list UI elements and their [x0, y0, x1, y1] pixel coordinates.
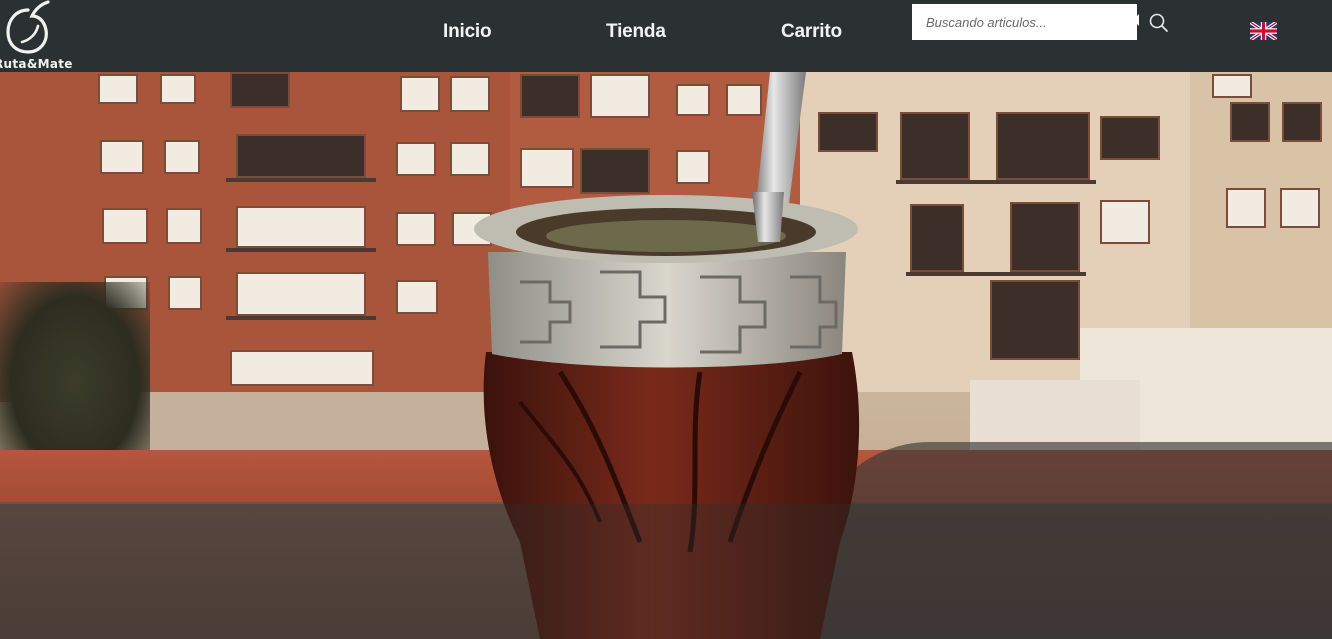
hero-banner [0, 72, 1332, 639]
nav-link-carrito[interactable]: Carrito [781, 21, 842, 43]
brand-logo[interactable]: Ruta&Mate [0, 0, 72, 72]
uk-flag-icon[interactable] [1250, 22, 1277, 40]
gourd-logo-icon [6, 0, 50, 54]
search-input-notch [1133, 14, 1139, 26]
nav-link-tienda[interactable]: Tienda [606, 21, 666, 43]
hero-bottom-overlay [0, 504, 1332, 639]
brand-name: Ruta&Mate [0, 57, 73, 71]
nav-link-inicio[interactable]: Inicio [443, 21, 492, 43]
site-header: Ruta&Mate Inicio Tienda Carrito [0, 0, 1332, 72]
search-input[interactable] [912, 4, 1137, 40]
search-icon[interactable] [1148, 12, 1170, 34]
